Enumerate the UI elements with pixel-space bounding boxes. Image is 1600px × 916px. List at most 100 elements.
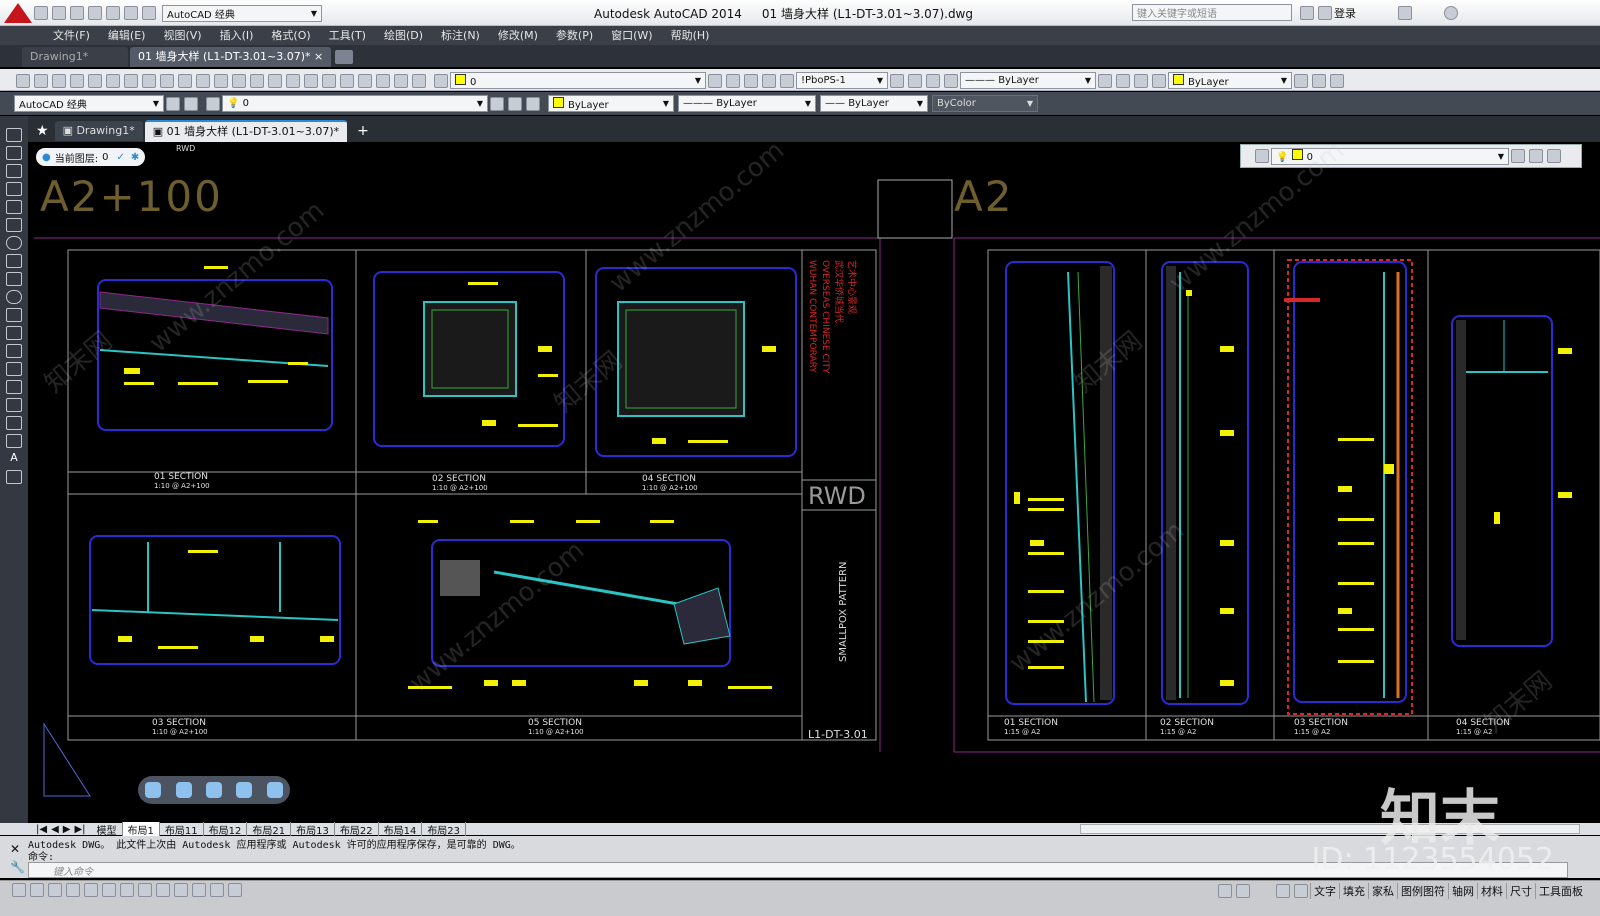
layer-select[interactable]: 0 ▼ [450,72,706,89]
design-center-icon[interactable] [322,73,336,88]
open-icon[interactable] [34,73,48,88]
point-icon[interactable] [6,362,22,376]
revcloud-icon[interactable] [6,254,22,268]
new-tab-button[interactable]: + [357,123,369,139]
match-properties-icon[interactable] [178,73,192,88]
file-tab-active[interactable]: ▣ 01 墙身大样 (L1-DT-3.01~3.07)* [144,120,348,142]
arc-icon[interactable] [6,218,22,232]
dyn-icon[interactable] [156,883,170,897]
check-icon[interactable]: ✓ [116,152,124,163]
menu-item-2[interactable]: 视图(V) [154,26,210,45]
table-icon[interactable] [6,434,22,448]
drawing-canvas[interactable]: WUHAN CONTEMPORARY OVERSEAS CHINESE CITY… [28,142,1600,823]
layout-tab-4[interactable]: 布局21 [247,821,292,837]
table-icon[interactable] [1294,73,1308,88]
doc-tab-active[interactable]: 01 墙身大样 (L1-DT-3.01~3.07)* × [130,47,332,67]
line-icon[interactable] [6,128,22,142]
last-layout-icon[interactable]: ▶| [74,824,85,835]
status-tool-1[interactable]: 填充 [1339,883,1368,899]
layer-state-icon[interactable] [526,96,540,111]
properties-icon[interactable] [304,73,318,88]
pan-icon[interactable] [175,782,192,798]
otrack-icon[interactable] [120,883,134,897]
polar-icon[interactable] [66,883,80,897]
binoculars-icon[interactable] [1300,5,1314,20]
status-tool-6[interactable]: 尺寸 [1506,883,1535,899]
polyline-icon[interactable] [6,164,22,178]
layer-select-2[interactable]: 💡 0 ▼ [222,95,488,112]
workspace-select[interactable]: AutoCAD 经典 ▼ [162,4,322,22]
open-file-icon[interactable] [52,6,66,20]
menu-item-4[interactable]: 格式(O) [262,26,319,45]
table-style-icon[interactable] [762,73,776,88]
markup-icon[interactable] [376,73,390,88]
hatch-icon[interactable] [6,380,22,394]
ellipse-arc-icon[interactable] [6,308,22,322]
showmotion-icon[interactable] [236,782,253,798]
linetype-select-2[interactable]: ——— ByLayer ▼ [678,95,816,112]
transparency-icon[interactable] [192,883,206,897]
leader-icon[interactable] [890,73,904,88]
print-icon[interactable] [106,6,120,20]
star-icon[interactable]: ★ [36,123,49,139]
selection-cycling-icon[interactable] [228,883,242,897]
quick-properties-icon[interactable] [210,883,224,897]
redo-icon[interactable] [214,73,228,88]
status-tool-2[interactable]: 家私 [1368,883,1397,899]
layout-tab-8[interactable]: 布局23 [422,821,467,837]
lineweight-select[interactable]: —— ByLayer ▼ [820,95,928,112]
layout-tab-6[interactable]: 布局22 [335,821,379,837]
pan-icon[interactable] [1098,73,1112,88]
zoom-previous-icon[interactable] [286,73,300,88]
publish-icon[interactable] [106,73,120,88]
prev-layout-icon[interactable]: ◀ [51,824,59,835]
menu-item-10[interactable]: 窗口(W) [602,26,661,45]
layout-tab-0[interactable]: 模型 [92,821,123,837]
menu-item-11[interactable]: 帮助(H) [662,26,719,45]
save-as-icon[interactable] [88,6,102,20]
ellipse-icon[interactable] [6,290,22,304]
autocad-logo-icon[interactable] [4,3,32,23]
plotstyle-select-2[interactable]: ByColor ▼ [932,95,1038,112]
new-icon[interactable] [16,73,30,88]
leader-remove-icon[interactable] [926,73,940,88]
exchange-icon[interactable] [1398,5,1412,20]
menu-item-5[interactable]: 工具(T) [320,26,375,45]
status-tool-4[interactable]: 轴网 [1448,883,1477,899]
dim-update-icon[interactable] [726,73,740,88]
ducs-icon[interactable] [138,883,152,897]
save-icon[interactable] [52,73,66,88]
new-tab-icon[interactable] [335,50,354,64]
polygon-icon[interactable] [6,182,22,196]
add-selected-icon[interactable] [6,470,22,484]
spline-icon[interactable] [6,272,22,286]
make-block-icon[interactable] [6,344,22,358]
status-tool-3[interactable]: 图例图符 [1397,883,1448,899]
horizontal-scrollbar[interactable] [1080,824,1580,834]
layer-properties-icon[interactable] [206,96,220,111]
3d-osnap-icon[interactable] [102,883,116,897]
layer-previous-icon[interactable] [1529,149,1543,163]
gradient-icon[interactable] [6,398,22,412]
menu-item-9[interactable]: 参数(P) [547,26,602,45]
grid-icon[interactable] [30,883,44,897]
circle-icon[interactable] [6,236,22,250]
menu-item-7[interactable]: 标注(N) [432,26,489,45]
multiline-text-icon[interactable]: A [6,452,22,466]
gear-icon[interactable] [166,96,180,111]
status-tool-0[interactable]: 文字 [1310,883,1339,899]
command-close-icon[interactable]: ✕ [10,842,20,856]
layout-tab-2[interactable]: 布局11 [160,821,204,837]
login-link[interactable]: 登录 [1334,5,1356,21]
pan-icon[interactable] [232,73,246,88]
doc-tab-drawing1[interactable]: Drawing1* [22,47,128,67]
plotstyle-select[interactable]: !PboPS-1 ▼ [796,72,888,89]
undo-icon[interactable] [196,73,210,88]
annotation-icon[interactable] [1276,884,1290,898]
menu-item-1[interactable]: 编辑(E) [99,26,155,45]
leader-add-icon[interactable] [908,73,922,88]
close-icon[interactable]: × [314,50,323,63]
save-icon[interactable] [70,6,84,20]
user-icon[interactable] [1318,5,1332,20]
current-layer-indicator[interactable]: ● 当前图层: 0 ✓ ✱ [36,148,146,166]
